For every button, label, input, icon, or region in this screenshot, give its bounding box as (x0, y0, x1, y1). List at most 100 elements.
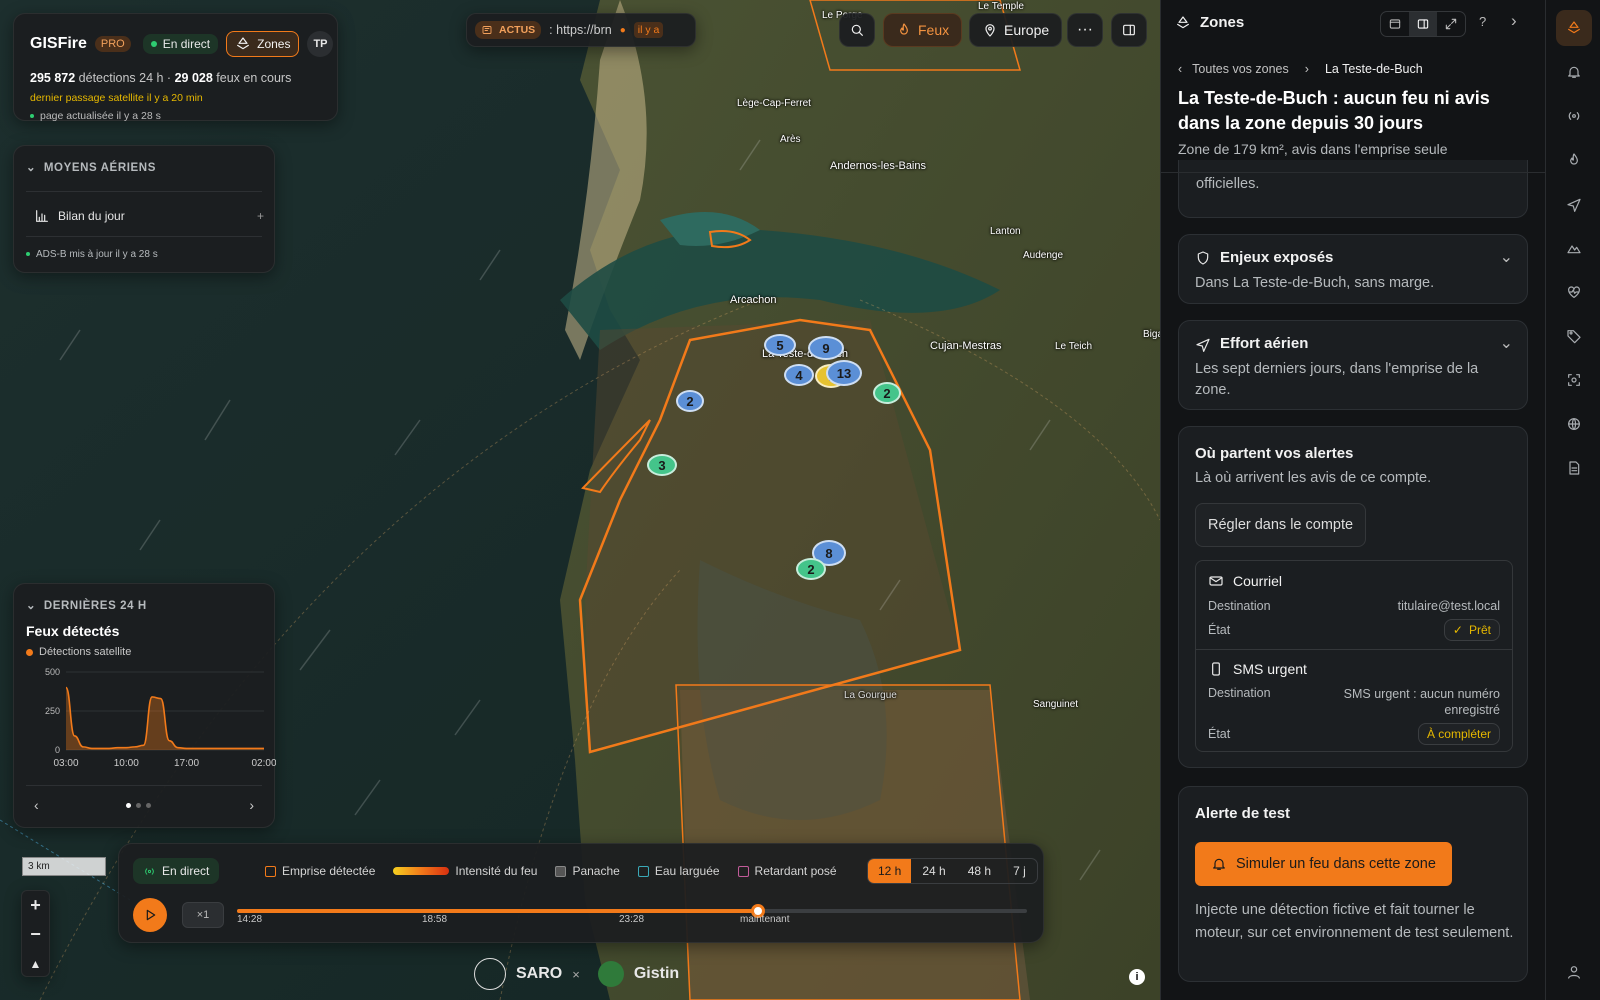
search-button[interactable] (839, 13, 875, 47)
chart-pager[interactable] (126, 803, 151, 808)
timeline-live-badge[interactable]: En direct (133, 858, 220, 884)
rail-capture[interactable] (1546, 358, 1600, 402)
fire-cluster-marker[interactable]: 3 (647, 454, 677, 476)
fire-cluster-marker[interactable]: 13 (826, 360, 862, 386)
range-24h[interactable]: 24 h (911, 859, 956, 883)
fire-cluster-marker[interactable]: 2 (873, 382, 901, 404)
info-icon[interactable]: i (1129, 969, 1145, 985)
map-pin-icon (985, 24, 995, 37)
fire-cluster-marker[interactable]: 9 (808, 336, 844, 360)
tag-icon (1566, 330, 1581, 344)
sidebar-icon (1417, 19, 1429, 29)
breadcrumb-back[interactable]: ‹ (1178, 62, 1182, 76)
newspaper-icon (482, 26, 492, 34)
panel-view-switch (1380, 11, 1466, 37)
live-badge: En direct (142, 34, 219, 54)
chart-heading: Feux détectés (26, 623, 120, 639)
aerial-effort-section[interactable]: Effort aérien ⌄ Les sept derniers jours,… (1178, 320, 1528, 410)
gistin-logo-icon (597, 961, 624, 987)
view-fullscreen-button[interactable] (1437, 12, 1465, 36)
status-badge: ✓ Prêt (1443, 619, 1500, 641)
satellite-map[interactable]: Le Porge Le Temple Lège-Cap-Ferret Arès … (0, 0, 1163, 1000)
rail-docs[interactable] (1546, 446, 1600, 490)
next-chart-button[interactable]: › (249, 797, 254, 813)
rail-fires[interactable] (1546, 138, 1600, 182)
rail-alerts[interactable] (1546, 50, 1600, 94)
page-title: La Teste-de-Buch : aucun feu ni avis dan… (1178, 88, 1490, 133)
mountain-icon (1566, 245, 1581, 254)
sms-dest-value: SMS urgent : aucun numéro enregistré (1343, 687, 1500, 717)
breadcrumb: ‹ Toutes vos zones › La Teste-de-Buch (1178, 62, 1423, 76)
broadcast-icon (145, 867, 154, 875)
simulate-fire-button[interactable]: Simuler un feu dans cette zone (1195, 842, 1452, 886)
panel-header: Zones (1175, 14, 1244, 31)
rail-terrain[interactable] (1546, 226, 1600, 270)
timeline-legend: Emprise détectée Intensité du feu Panach… (265, 864, 855, 878)
zoom-in-button[interactable]: + (22, 891, 49, 920)
timeline-panel: En direct Emprise détectée Intensité du … (118, 843, 1044, 943)
last24-toggle[interactable]: ⌄ DERNIÈRES 24 H (26, 598, 147, 612)
exposed-section[interactable]: Enjeux exposés ⌄ Dans La Teste-de-Buch, … (1178, 234, 1528, 304)
play-button[interactable] (133, 898, 167, 932)
rail-globe[interactable] (1546, 402, 1600, 446)
daily-report-item[interactable]: Bilan du jour + (34, 208, 264, 224)
prev-chart-button[interactable]: ‹ (34, 797, 39, 813)
chevron-down-icon: ⌄ (1499, 249, 1513, 266)
rail-health[interactable] (1546, 270, 1600, 314)
help-button[interactable]: ? (1479, 14, 1486, 29)
chart-xtick-label: 17:00 (174, 758, 199, 769)
rail-tags[interactable] (1546, 314, 1600, 358)
fire-cluster-marker[interactable]: 5 (764, 334, 796, 356)
alerts-section: Où partent vos alertes Là où arrivent le… (1178, 426, 1528, 768)
zones-button[interactable]: Zones (226, 31, 300, 57)
town-label: Lanton (990, 226, 1021, 237)
rail-aircraft[interactable] (1546, 182, 1600, 226)
play-icon (146, 909, 156, 921)
range-7d[interactable]: 7 j (1002, 859, 1037, 883)
toggle-panel-button[interactable] (1111, 13, 1147, 47)
rail-zones[interactable] (1546, 6, 1600, 50)
chevron-down-icon: ⌄ (26, 600, 37, 612)
user-icon (1567, 966, 1580, 979)
view-window-button[interactable] (1381, 12, 1409, 36)
collapse-panel-button[interactable]: › (1511, 11, 1517, 31)
detections-label: détections 24 h · (78, 71, 172, 85)
sidebar-icon (1123, 24, 1135, 36)
range-12h[interactable]: 12 h (868, 859, 912, 883)
fire-cluster-marker[interactable]: 2 (676, 390, 704, 412)
legend-plume: Panache (555, 864, 620, 878)
speed-button[interactable]: ×1 (182, 902, 224, 928)
breadcrumb-root[interactable]: Toutes vos zones (1192, 62, 1289, 76)
chart-legend: Détections satellite (26, 646, 131, 658)
zoom-out-button[interactable]: − (22, 920, 49, 949)
news-badge: ACTUS (475, 21, 542, 39)
channels-list: Courriel Destination titulaire@test.local… (1195, 560, 1513, 752)
fires-layer-button[interactable]: Feux (883, 13, 963, 47)
town-label: Lège-Cap-Ferret (737, 98, 811, 109)
town-label: Audenge (1023, 250, 1064, 261)
account-settings-button[interactable]: Régler dans le compte (1195, 503, 1367, 547)
rail-live[interactable] (1546, 94, 1600, 138)
range-48h[interactable]: 48 h (957, 859, 1002, 883)
more-button[interactable]: ··· (1067, 13, 1103, 47)
aerial-means-toggle[interactable]: ⌄ MOYENS AÉRIENS (26, 160, 156, 174)
expand-button[interactable]: + (257, 209, 264, 223)
fire-cluster-marker[interactable]: 4 (784, 364, 814, 386)
compass-button[interactable]: ▲ (22, 949, 49, 978)
news-ticker[interactable]: ACTUS : https://brn ● il y a (466, 13, 696, 47)
zones-panel: Zones ? › ‹ Toutes vos zones › La Teste-… (1160, 0, 1545, 1000)
detections-chart: 500 250 0 03:00 10:00 17:00 02:00 (45, 667, 276, 769)
exposed-text: Dans La Teste-de-Buch, sans marge. (1195, 275, 1435, 291)
region-button[interactable]: Europe (969, 13, 1063, 47)
bell-icon (1567, 66, 1580, 78)
alerts-title: Où partent vos alertes (1195, 445, 1354, 462)
fire-cluster-marker[interactable]: 2 (796, 558, 826, 580)
search-icon (851, 24, 863, 36)
view-sidebar-button[interactable] (1409, 12, 1437, 36)
avatar[interactable]: TP (307, 31, 334, 57)
town-label: La Gourgue (844, 690, 897, 701)
broadcast-icon (1568, 112, 1579, 120)
zones-icon (1567, 21, 1580, 34)
rail-account[interactable] (1546, 950, 1600, 994)
satellite-pass: dernier passage satellite il y a 20 min (30, 92, 203, 104)
